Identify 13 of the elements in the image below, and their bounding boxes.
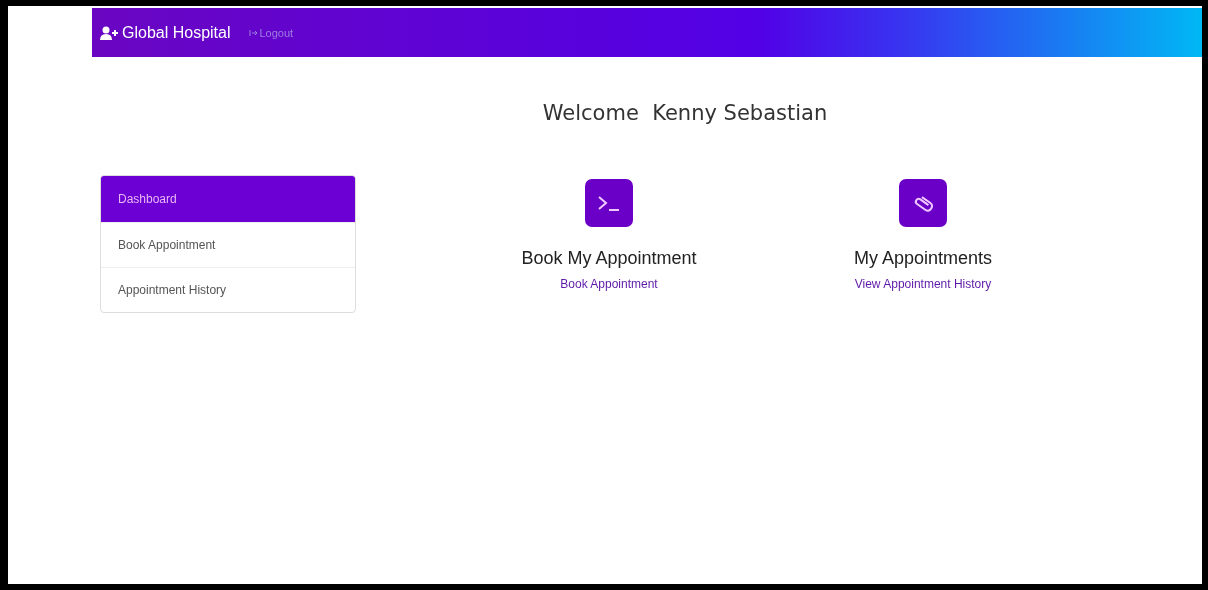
card-link[interactable]: Book Appointment	[560, 277, 658, 291]
card-title: Book My Appointment	[521, 248, 697, 269]
brand-link[interactable]: Global Hospital	[122, 23, 231, 42]
sign-out-icon	[248, 28, 258, 37]
card-title: My Appointments	[853, 248, 993, 269]
user-add-icon	[100, 25, 118, 40]
sidebar-item[interactable]: Dashboard	[101, 176, 355, 222]
terminal-icon	[585, 179, 633, 227]
card-link[interactable]: View Appointment History	[854, 277, 992, 291]
sidebar-item[interactable]: Book Appointment	[101, 222, 355, 267]
paperclip-icon	[899, 179, 947, 227]
sidebar-item[interactable]: Appointment History	[101, 267, 355, 312]
welcome-heading: Welcome Kenny Sebastian	[541, 101, 829, 125]
